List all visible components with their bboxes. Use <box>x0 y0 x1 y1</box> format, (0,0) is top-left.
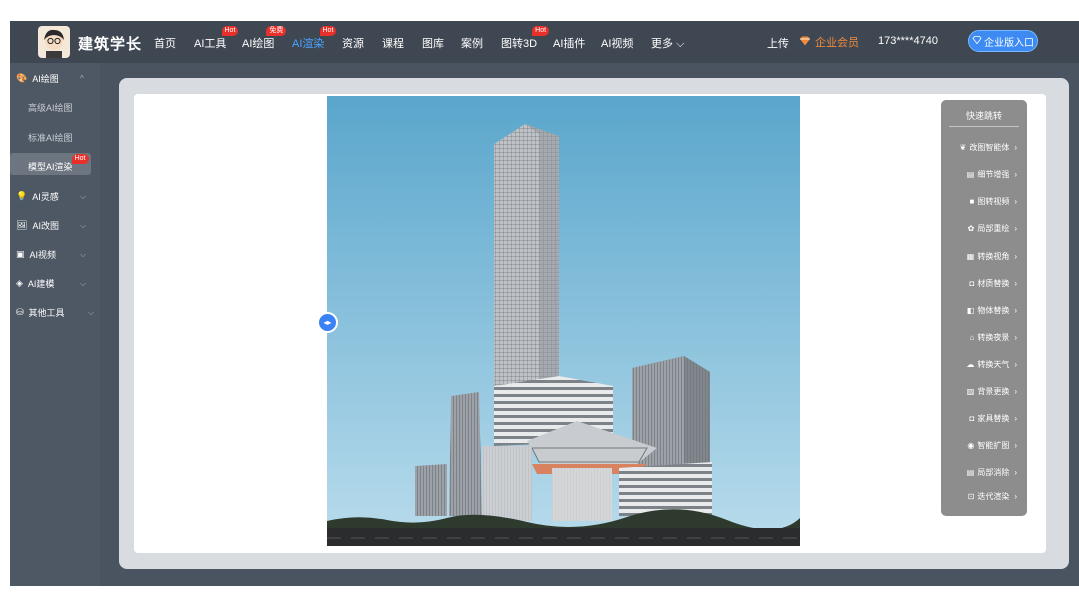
object-icon: ◧ <box>966 306 975 315</box>
enhance-icon: ▤ <box>966 170 975 179</box>
quick-item-outpaint[interactable]: ◉ 智能扩图 › <box>967 440 1017 451</box>
quick-jump-title: 快速跳转 <box>965 111 1002 121</box>
chevron-right-icon: › <box>1014 197 1017 206</box>
chevron-right-icon: › <box>1014 414 1017 423</box>
rendered-building-image[interactable] <box>327 96 800 546</box>
sidebar-group-ai-modeling[interactable]: ◈ AI建模 ⌵ <box>16 277 86 290</box>
quick-jump-panel: 快速跳转 ❦ 改图智能体 › ▤ 细节增强 › ■ 图转视频 › ✿ 局部重绘 › ▦ 转换视角 ›… <box>941 100 1027 516</box>
logo-avatar[interactable] <box>38 26 70 58</box>
erase-icon: ▤ <box>966 468 975 477</box>
chevron-right-icon: › <box>1014 143 1017 152</box>
night-icon: ⌂ <box>969 333 975 342</box>
cube-icon: ◈ <box>16 278 23 288</box>
video-icon: ■ <box>969 197 975 206</box>
free-badge: 免费 <box>266 26 287 36</box>
palette-icon: 🎨 <box>16 73 28 83</box>
view-icon: ▦ <box>966 252 975 261</box>
chevron-right-icon: › <box>1014 252 1017 261</box>
chevron-down-icon: ⌵ <box>80 249 87 259</box>
chevron-right-icon: › <box>1014 306 1017 315</box>
app-frame: 建筑学长 首页 AI工具 Hot AI绘图 免费 AI渲染 Hot 资源 课程 图库 … <box>10 21 1079 586</box>
quick-item-background[interactable]: ▨ 背景更换 › <box>967 386 1017 397</box>
video-icon: ▣ <box>16 249 25 259</box>
chevron-right-icon: › <box>1014 387 1017 396</box>
nav-ai-plugin[interactable]: AI插件 <box>553 35 585 51</box>
sidebar-group-ai-inspiration[interactable]: 💡 AI灵感 ⌵ <box>16 190 86 203</box>
background-icon: ▨ <box>966 387 975 396</box>
sidebar-item-model-render[interactable]: 模型AI渲染 Hot <box>28 154 89 173</box>
quick-item-material-swap[interactable]: ◘ 材质替换 › <box>969 278 1017 289</box>
hot-badge: Hot <box>532 26 550 36</box>
enterprise-button[interactable]: 企业版入口 <box>968 30 1038 52</box>
chevron-down-icon: ⌵ <box>80 278 87 288</box>
hot-badge: Hot <box>221 26 239 36</box>
diamond-icon <box>799 36 811 49</box>
nav-gallery[interactable]: 图库 <box>422 35 444 51</box>
nav-ai-video[interactable]: AI视频 <box>601 35 633 51</box>
chevron-down-icon: ⌵ <box>88 307 95 317</box>
nav-cases[interactable]: 案例 <box>461 35 483 51</box>
chevron-right-icon: › <box>1014 492 1017 501</box>
weather-icon: ☁ <box>966 360 975 369</box>
diamond-icon <box>972 35 982 47</box>
left-right-arrows-icon: ◂▸ <box>323 318 332 327</box>
repaint-icon: ✿ <box>967 224 975 233</box>
chevron-right-icon: › <box>1014 224 1017 233</box>
nav-ai-render[interactable]: AI渲染 Hot <box>292 26 337 51</box>
quick-item-object-swap[interactable]: ◧ 物体替换 › <box>967 305 1017 316</box>
sidebar-item-advanced-drawing[interactable]: 高级AI绘图 <box>28 101 73 114</box>
iterate-icon: ⊡ <box>967 492 975 501</box>
nav-image-to-3d[interactable]: 图转3D Hot <box>501 26 550 51</box>
chevron-right-icon: › <box>1014 441 1017 450</box>
chevron-down-icon: ⌵ <box>676 38 685 50</box>
agent-icon: ❦ <box>959 143 967 152</box>
top-navbar: 建筑学长 首页 AI工具 Hot AI绘图 免费 AI渲染 Hot 资源 课程 图库 … <box>10 21 1079 63</box>
quick-item-change-view[interactable]: ▦ 转换视角 › <box>967 251 1017 262</box>
nav-courses[interactable]: 课程 <box>382 35 404 51</box>
chevron-right-icon: › <box>1014 170 1017 179</box>
sidebar-group-ai-edit[interactable]: 🖼 AI改图 ⌵ <box>16 219 86 232</box>
toolbox-icon: ⛁ <box>16 307 24 317</box>
chevron-down-icon: ⌵ <box>80 220 87 230</box>
chevron-down-icon: ⌵ <box>80 191 87 201</box>
brand-name[interactable]: 建筑学长 <box>78 33 142 54</box>
chevron-right-icon: › <box>1014 279 1017 288</box>
quick-item-image-to-video[interactable]: ■ 图转视频 › <box>969 196 1017 207</box>
hot-badge: Hot <box>319 26 337 36</box>
bulb-icon: 💡 <box>16 191 28 201</box>
vip-link[interactable]: 企业会员 <box>799 34 859 50</box>
nav-more[interactable]: 更多 ⌵ <box>651 35 684 51</box>
sidebar: 🎨 AI绘图 ^ 高级AI绘图 标准AI绘图 模型AI渲染 Hot 💡 AI灵感 … <box>10 63 100 586</box>
quick-item-erase[interactable]: ▤ 局部消除 › <box>967 467 1017 478</box>
quick-item-agent[interactable]: ❦ 改图智能体 › <box>960 142 1017 153</box>
quick-item-iterate-render[interactable]: ⊡ 迭代渲染 › <box>968 491 1017 502</box>
nav-ai-drawing[interactable]: AI绘图 免费 <box>242 26 287 51</box>
image-edit-icon: 🖼 <box>16 220 28 230</box>
furniture-icon: ◘ <box>969 414 975 423</box>
sidebar-group-other-tools[interactable]: ⛁ 其他工具 ⌵ <box>16 306 94 319</box>
quick-item-night-scene[interactable]: ⌂ 转换夜景 › <box>969 332 1017 343</box>
quick-item-weather[interactable]: ☁ 转换天气 › <box>966 359 1017 370</box>
sidebar-item-standard-drawing[interactable]: 标准AI绘图 <box>28 131 73 144</box>
nav-home[interactable]: 首页 <box>154 35 176 51</box>
compare-slider-handle[interactable]: ◂▸ <box>317 312 338 333</box>
chevron-up-icon: ^ <box>80 74 84 83</box>
chevron-right-icon: › <box>1014 333 1017 342</box>
chevron-right-icon: › <box>1014 360 1017 369</box>
quick-item-inpaint[interactable]: ✿ 局部重绘 › <box>968 223 1017 234</box>
sidebar-group-ai-video[interactable]: ▣ AI视频 ⌵ <box>16 248 86 261</box>
quick-item-detail-enhance[interactable]: ▤ 细节增强 › <box>967 169 1017 180</box>
upload-link[interactable]: 上传 <box>767 35 789 51</box>
nav-ai-tools[interactable]: AI工具 Hot <box>194 26 239 51</box>
user-phone[interactable]: 173****4740 <box>878 35 938 47</box>
quick-item-furniture[interactable]: ◘ 家具替换 › <box>969 413 1017 424</box>
chevron-right-icon: › <box>1014 468 1017 477</box>
divider <box>949 126 1019 127</box>
nav-resources[interactable]: 资源 <box>342 35 364 51</box>
expand-icon: ◉ <box>967 441 975 450</box>
material-icon: ◘ <box>969 279 975 288</box>
sidebar-group-ai-drawing[interactable]: 🎨 AI绘图 ^ <box>16 72 84 85</box>
hot-badge: Hot <box>71 154 89 164</box>
